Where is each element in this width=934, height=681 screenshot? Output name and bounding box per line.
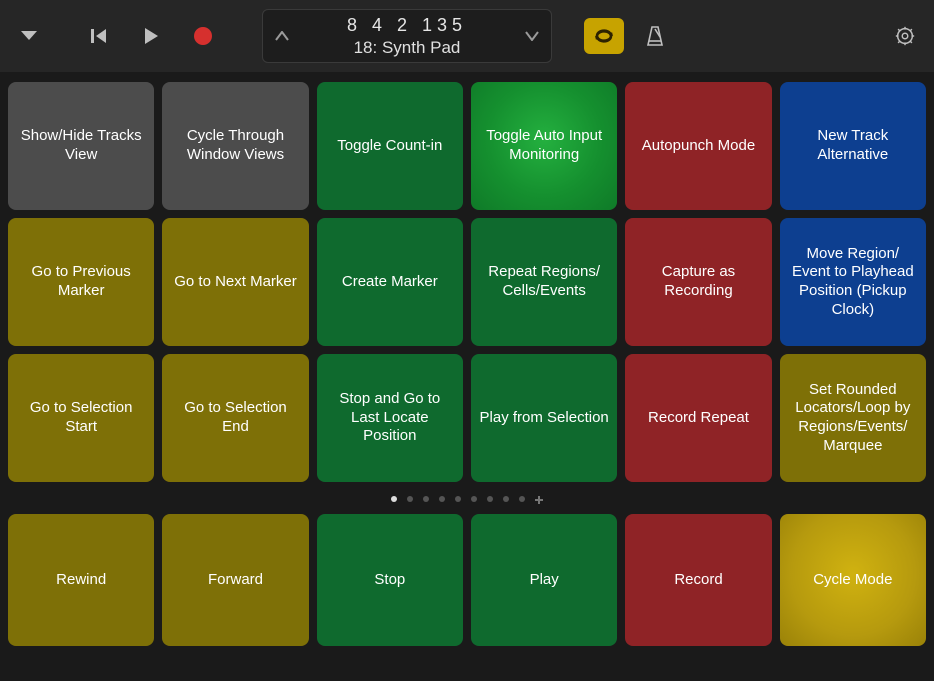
capture-as-recording[interactable]: Capture as Recording	[625, 218, 771, 346]
add-page-icon[interactable]	[535, 496, 543, 504]
toggle-count-in[interactable]: Toggle Count-in	[317, 82, 463, 210]
transport-area: RewindForwardStopPlayRecordCycle Mode	[0, 514, 934, 654]
lcd-next-icon[interactable]	[523, 31, 541, 41]
toolbar-right-group	[584, 18, 666, 54]
forward-button[interactable]: Forward	[162, 514, 308, 646]
stop-go-to-last-locate[interactable]: Stop and Go to Last Locate Position	[317, 354, 463, 482]
lcd-track-name: 18: Synth Pad	[291, 37, 523, 58]
show-hide-tracks-view[interactable]: Show/Hide Tracks View	[8, 82, 154, 210]
move-region-to-playhead[interactable]: Move Region/ Event to Playhead Position …	[780, 218, 926, 346]
play-from-selection[interactable]: Play from Selection	[471, 354, 617, 482]
transport-grid: RewindForwardStopPlayRecordCycle Mode	[8, 514, 926, 646]
new-track-alternative[interactable]: New Track Alternative	[780, 82, 926, 210]
key-command-pad-area: Show/Hide Tracks ViewCycle Through Windo…	[0, 72, 934, 514]
create-marker[interactable]: Create Marker	[317, 218, 463, 346]
settings-gear-icon[interactable]	[894, 25, 916, 47]
cycle-loop-icon[interactable]	[584, 18, 624, 54]
page-dots[interactable]	[8, 482, 926, 514]
key-command-grid: Show/Hide Tracks ViewCycle Through Windo…	[8, 82, 926, 482]
go-to-next-marker[interactable]: Go to Next Marker	[162, 218, 308, 346]
play-button[interactable]: Play	[471, 514, 617, 646]
metronome-icon[interactable]	[644, 25, 666, 47]
go-to-selection-start[interactable]: Go to Selection Start	[8, 354, 154, 482]
page-dot[interactable]	[487, 496, 493, 502]
go-to-selection-end[interactable]: Go to Selection End	[162, 354, 308, 482]
repeat-regions-cells-events[interactable]: Repeat Regions/ Cells/Events	[471, 218, 617, 346]
page-dot[interactable]	[407, 496, 413, 502]
record-repeat[interactable]: Record Repeat	[625, 354, 771, 482]
toolbar-left-group	[18, 25, 214, 47]
page-dot[interactable]	[423, 496, 429, 502]
stop-button[interactable]: Stop	[317, 514, 463, 646]
page-dot[interactable]	[391, 496, 397, 502]
cycle-mode-button[interactable]: Cycle Mode	[780, 514, 926, 646]
view-menu-chevron-icon[interactable]	[18, 25, 40, 47]
page-dot[interactable]	[455, 496, 461, 502]
page-dot[interactable]	[503, 496, 509, 502]
page-dot[interactable]	[471, 496, 477, 502]
go-to-start-icon[interactable]	[88, 25, 110, 47]
autopunch-mode[interactable]: Autopunch Mode	[625, 82, 771, 210]
rewind-button[interactable]: Rewind	[8, 514, 154, 646]
toggle-auto-input-monitoring[interactable]: Toggle Auto Input Monitoring	[471, 82, 617, 210]
toolbar: 8 4 2 135 18: Synth Pad	[0, 0, 934, 72]
set-rounded-locators[interactable]: Set Rounded Locators/Loop by Regions/Eve…	[780, 354, 926, 482]
record-button[interactable]: Record	[625, 514, 771, 646]
page-dot[interactable]	[519, 496, 525, 502]
lcd-display[interactable]: 8 4 2 135 18: Synth Pad	[262, 9, 552, 63]
cycle-through-window-views[interactable]: Cycle Through Window Views	[162, 82, 308, 210]
play-icon[interactable]	[140, 25, 162, 47]
record-icon[interactable]	[192, 25, 214, 47]
lcd-prev-icon[interactable]	[273, 31, 291, 41]
page-dot[interactable]	[439, 496, 445, 502]
lcd-position: 8 4 2 135	[291, 14, 523, 37]
lcd-center: 8 4 2 135 18: Synth Pad	[291, 14, 523, 58]
go-to-previous-marker[interactable]: Go to Previous Marker	[8, 218, 154, 346]
